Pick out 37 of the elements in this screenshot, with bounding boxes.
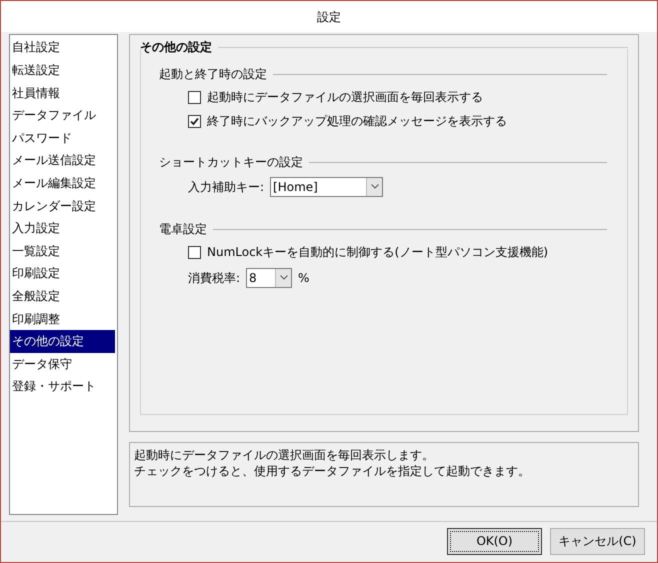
- sidebar-item[interactable]: カレンダー設定: [10, 194, 115, 217]
- group-title: 電卓設定: [159, 221, 208, 238]
- sidebar-item[interactable]: 社員情報: [10, 81, 115, 104]
- sidebar-item[interactable]: メール送信設定: [10, 149, 115, 172]
- section-title: その他の設定: [140, 39, 213, 56]
- sidebar-item[interactable]: メール編集設定: [10, 172, 115, 194]
- description-text: チェックをつけると、使用するデータファイルを指定して起動できます。: [134, 463, 531, 480]
- dropdown[interactable]: [Home]: [270, 176, 384, 197]
- sidebar-item[interactable]: データ保守: [10, 352, 115, 376]
- sidebar-item[interactable]: その他の設定: [10, 330, 115, 352]
- window-title: 設定: [317, 8, 341, 26]
- sidebar-item[interactable]: 印刷設定: [10, 262, 115, 285]
- unit-label: %: [298, 270, 310, 287]
- dialog-button[interactable]: OK(O): [447, 528, 542, 555]
- sidebar-item[interactable]: 印刷調整: [10, 307, 115, 330]
- description-text: 起動時にデータファイルの選択画面を毎回表示します。: [134, 447, 435, 464]
- checkbox-label: NumLockキーを自動的に制御する(ノート型パソコン支援機能): [207, 244, 548, 262]
- checkbox-label: 終了時にバックアップ処理の確認メッセージを表示する: [207, 113, 507, 130]
- sidebar-item[interactable]: 一覧設定: [10, 240, 115, 262]
- checkbox[interactable]: [188, 90, 201, 104]
- sidebar-item[interactable]: 入力設定: [10, 216, 115, 240]
- field-label: 入力補助キー:: [188, 178, 264, 196]
- dropdown[interactable]: 8: [246, 268, 292, 288]
- group-title: 起動と終了時の設定: [159, 66, 268, 84]
- checkbox[interactable]: [188, 246, 201, 259]
- field-label: 消費税率:: [188, 270, 240, 287]
- check-icon: [190, 116, 199, 126]
- sidebar-item[interactable]: 全般設定: [10, 284, 115, 308]
- group-title: ショートカットキーの設定: [159, 154, 304, 172]
- sidebar-item[interactable]: 登録・サポート: [10, 375, 115, 398]
- dialog-button[interactable]: キャンセル(C): [550, 528, 645, 555]
- sidebar-item[interactable]: 自社設定: [10, 36, 115, 59]
- sidebar-item[interactable]: データファイル: [10, 104, 115, 127]
- sidebar-item[interactable]: 転送設定: [10, 58, 115, 82]
- sidebar-item[interactable]: パスワード: [10, 126, 115, 150]
- checkbox[interactable]: [188, 114, 201, 128]
- checkbox-label: 起動時にデータファイルの選択画面を毎回表示する: [207, 89, 483, 106]
